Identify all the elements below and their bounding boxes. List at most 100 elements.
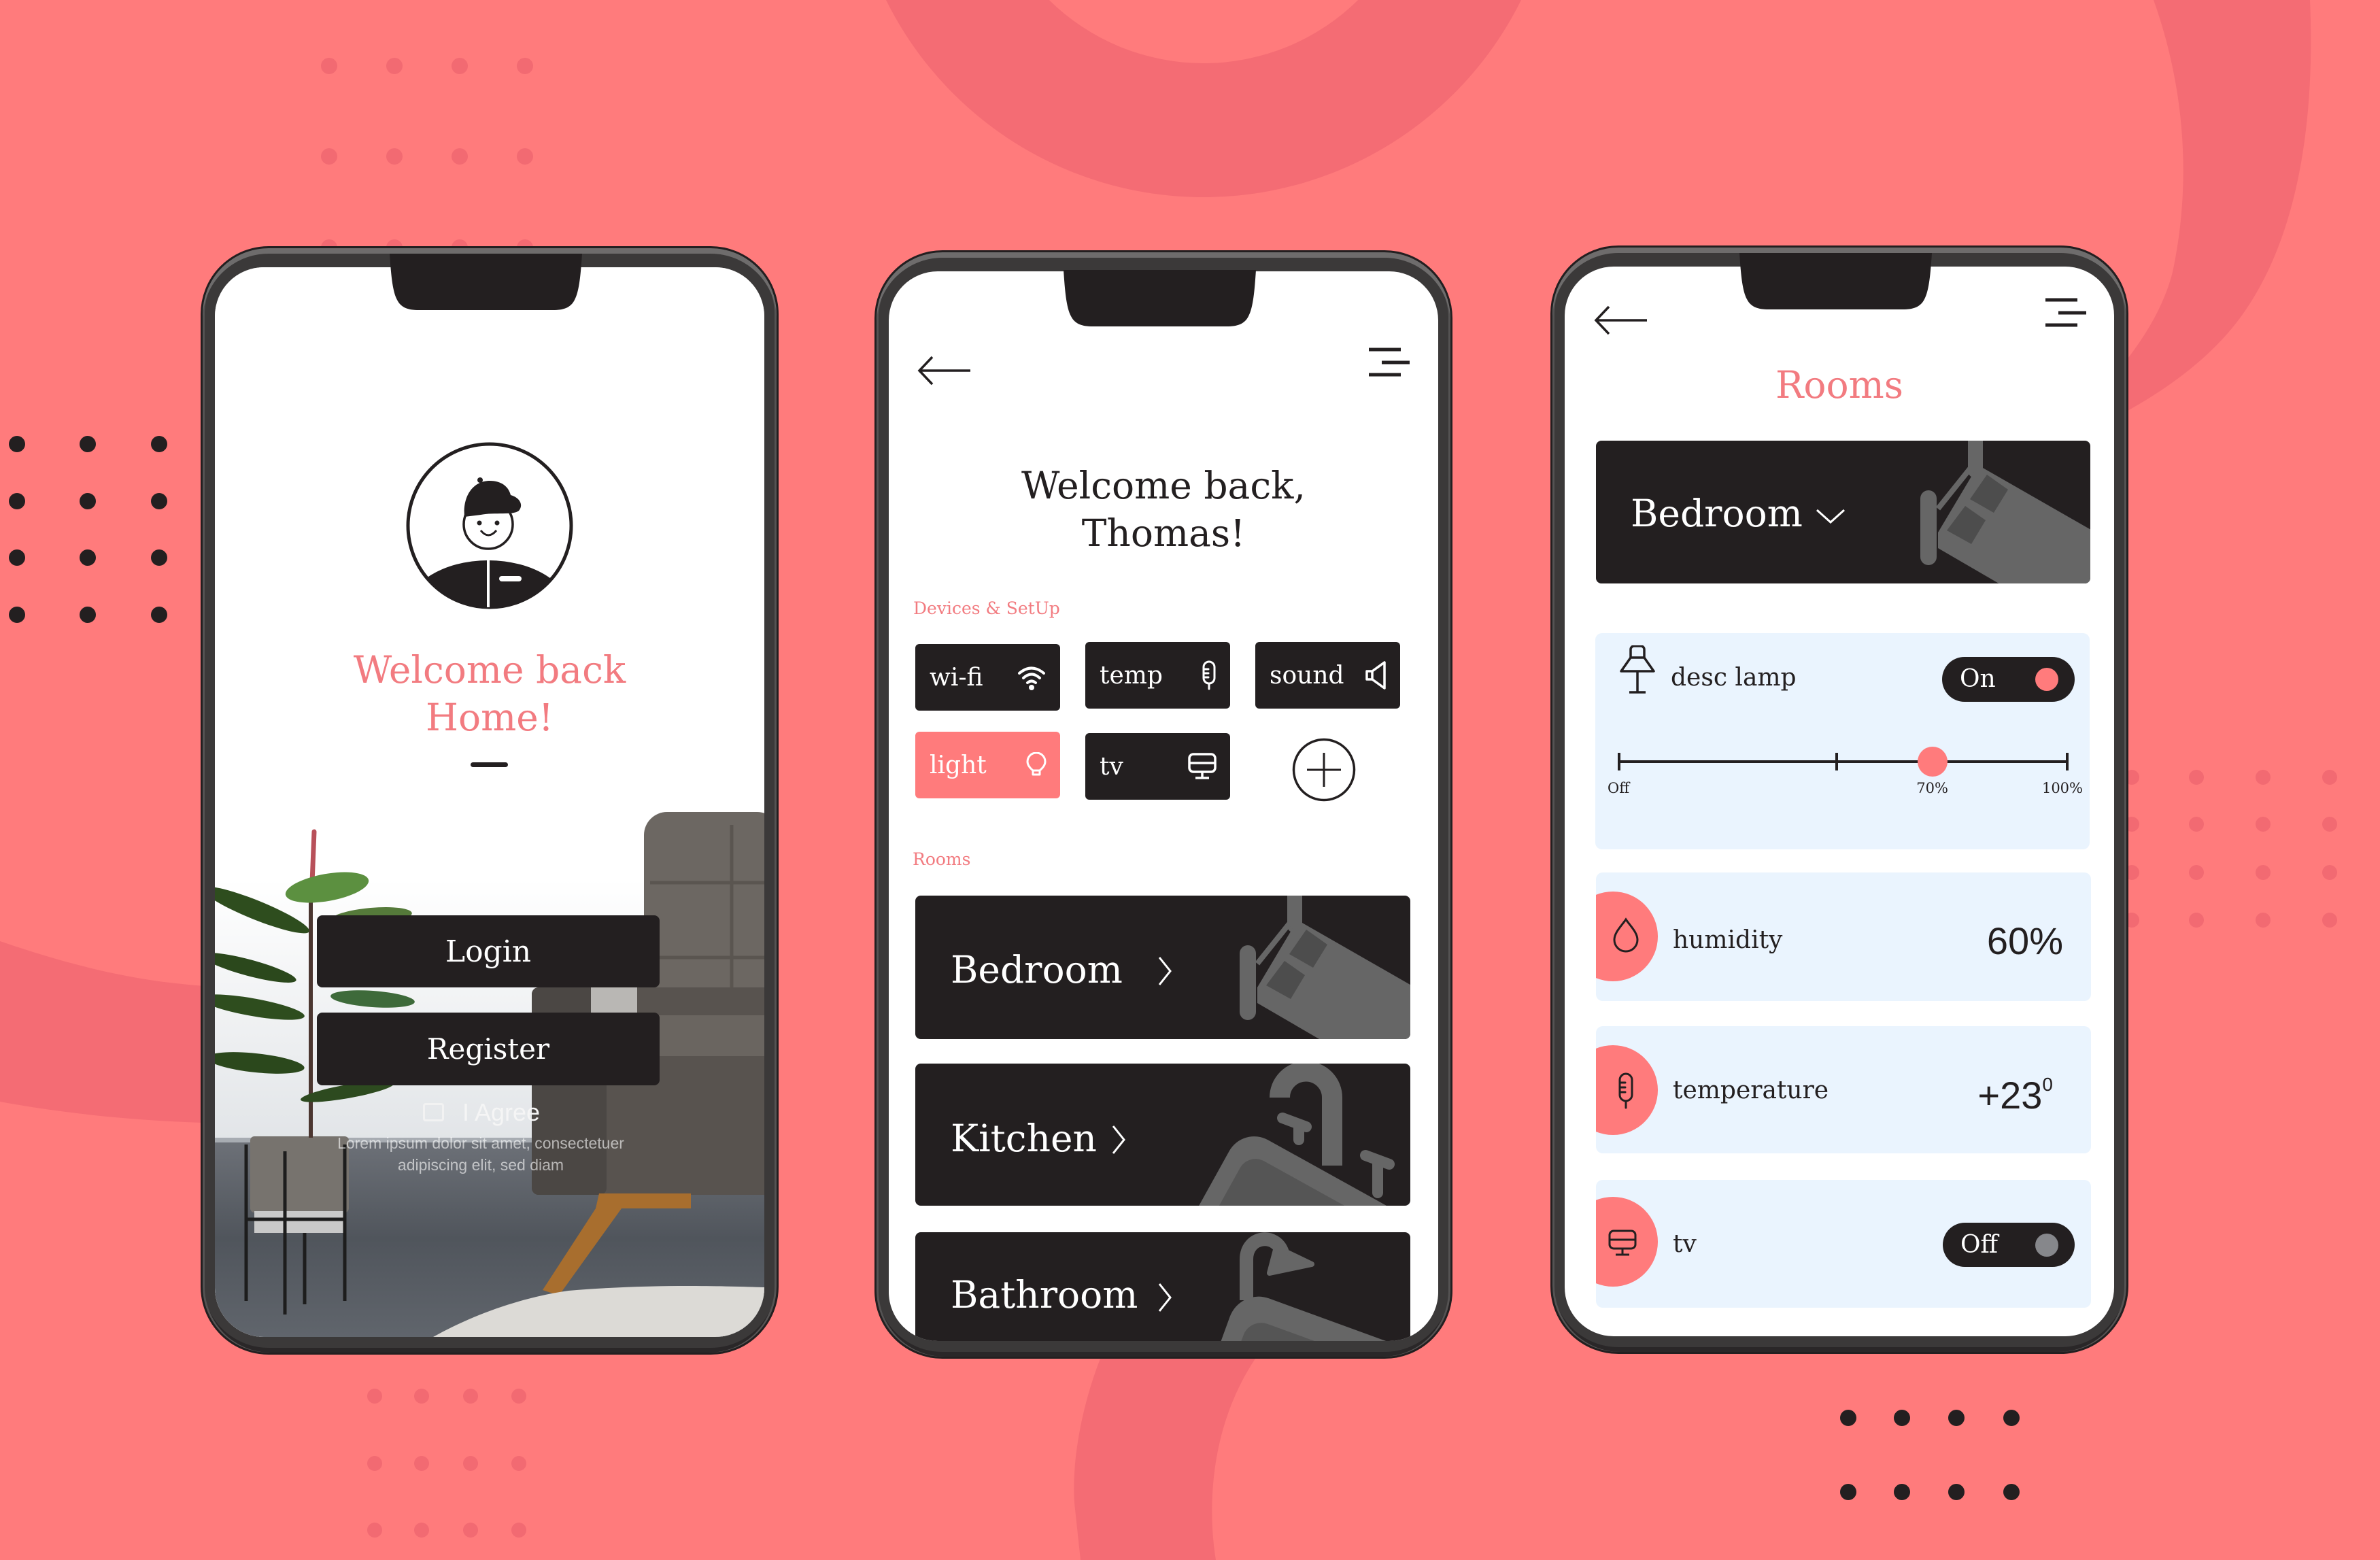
title-divider <box>471 762 508 767</box>
decor-dot <box>517 58 533 74</box>
agree-label[interactable]: I Agree <box>462 1100 540 1125</box>
agree-checkbox[interactable] <box>423 1103 444 1121</box>
decor-dot <box>2189 913 2204 928</box>
shower-head <box>1267 1244 1314 1276</box>
chevron-shape <box>1816 509 1846 524</box>
slider-tick-mid <box>1835 753 1838 770</box>
back-arrow-icon[interactable] <box>1594 305 1647 335</box>
decor-dot <box>367 1523 382 1538</box>
device-button-temp[interactable]: temp <box>1085 642 1230 709</box>
disclaimer-line1: Lorem ipsum dolor sit amet, consectetuer <box>337 1134 624 1152</box>
login-title: Welcome back Home! <box>215 646 764 741</box>
chevron-down-icon[interactable] <box>1816 509 1846 524</box>
decor-dot <box>151 549 167 566</box>
add-device-button[interactable] <box>1292 738 1356 802</box>
decor-dot <box>2189 865 2204 880</box>
brightness-slider-track[interactable] <box>1619 760 2067 763</box>
decor-dot <box>1894 1484 1910 1500</box>
greeting-line2: Thomas! <box>1081 511 1246 555</box>
decor-dot <box>9 549 25 566</box>
devices-section-label: Devices & SetUp <box>913 598 1060 618</box>
avatar-zipper <box>487 560 490 607</box>
lamp-power-toggle[interactable]: On <box>1942 657 2075 702</box>
decor-dot <box>80 493 96 509</box>
device-button-wifi[interactable]: wi-fi <box>915 644 1060 711</box>
chevron-shape <box>1158 957 1172 985</box>
phone-login-screen: Welcome back Home! Login Register I Agre… <box>201 246 779 1355</box>
decor-dot <box>2256 817 2271 832</box>
phone-home-screen: Welcome back, Thomas! Devices & SetUp wi… <box>874 250 1452 1359</box>
sofa-highlight <box>591 987 637 1015</box>
chevron-shape <box>1112 1125 1125 1154</box>
decor-dot <box>463 1389 478 1404</box>
notch-shape <box>390 254 582 310</box>
toggle-knob <box>2035 1234 2058 1257</box>
wifi-icon <box>1018 666 1045 690</box>
login-title-line2: Home! <box>426 696 554 739</box>
chevron-shape <box>1158 1283 1172 1312</box>
device-button-sound[interactable]: sound <box>1255 642 1400 709</box>
login-screen: Welcome back Home! Login Register I Agre… <box>215 267 764 1337</box>
register-button[interactable]: Register <box>317 1013 660 1085</box>
sensor-name: temperature <box>1673 1076 1829 1104</box>
decor-dot <box>463 1456 478 1471</box>
decor-dot <box>2003 1410 2020 1426</box>
device-name: tv <box>1673 1230 1697 1258</box>
menu-icon[interactable] <box>2045 298 2088 328</box>
menu-icon[interactable] <box>1369 347 1411 377</box>
decor-dot <box>452 58 468 74</box>
decor-dot <box>463 1523 478 1538</box>
phone-notch <box>390 254 582 310</box>
decor-dot <box>511 1389 526 1404</box>
back-arrow-shape <box>917 356 970 386</box>
greeting-line1: Welcome back, <box>1021 464 1306 507</box>
bathtub-outer <box>1193 1296 1410 1341</box>
room-card-kitchen[interactable]: Kitchen <box>915 1064 1410 1206</box>
decor-dot <box>9 493 25 509</box>
notch-shape <box>1064 270 1256 326</box>
decor-dot <box>2322 770 2337 785</box>
menu-lines <box>2045 298 2086 327</box>
sensor-card-temperature: temperature +230 <box>1596 1026 2091 1153</box>
decor-dot <box>511 1456 526 1471</box>
toggle-knob <box>2035 668 2058 691</box>
bulb-shape <box>1026 752 1047 776</box>
brightness-slider-handle[interactable] <box>1918 747 1948 777</box>
monitor-icon <box>1188 753 1217 779</box>
tv-power-toggle[interactable]: Off <box>1943 1223 2075 1267</box>
decor-dot <box>321 148 337 165</box>
slider-tick-min <box>1618 753 1620 770</box>
device-label: tv <box>1100 752 1123 781</box>
thermometer-icon <box>1618 1072 1633 1109</box>
speaker-shape <box>1365 661 1386 690</box>
user-avatar-icon[interactable] <box>406 442 573 609</box>
back-arrow-icon[interactable] <box>917 356 970 386</box>
decor-dot <box>151 493 167 509</box>
room-card-bathroom[interactable]: Bathroom <box>915 1232 1410 1341</box>
decor-dot <box>1840 1484 1856 1500</box>
login-title-line1: Welcome back <box>353 648 626 692</box>
room-card-bedroom[interactable]: Bedroom <box>915 896 1410 1039</box>
device-card-desc-lamp: desc lamp On Off 70% 100% <box>1595 633 2090 849</box>
plant-pot-band <box>254 1211 345 1233</box>
decor-dot <box>1948 1484 1965 1500</box>
sensor-value-number: +23 <box>1977 1074 2043 1117</box>
plus-icon <box>1307 753 1341 787</box>
slider-min-label: Off <box>1608 780 1630 796</box>
notch-shape <box>1739 253 1932 309</box>
selected-room-name: Bedroom <box>1631 492 1803 535</box>
decor-dot <box>80 549 96 566</box>
room-detail-screen: Rooms Bedroom desc lamp On Off 70% 100% … <box>1565 267 2114 1336</box>
sensor-value: 60% <box>1986 919 2063 962</box>
device-card-tv: tv Off <box>1596 1180 2091 1308</box>
register-button-label: Register <box>426 1032 550 1066</box>
device-button-light[interactable]: light <box>915 732 1060 798</box>
login-button[interactable]: Login <box>317 915 660 987</box>
decor-dot <box>9 436 25 452</box>
wifi-arcs <box>1018 666 1045 684</box>
monitor-icon <box>1608 1230 1637 1256</box>
room-name: Bathroom <box>951 1273 1138 1317</box>
room-dropdown[interactable]: Bedroom <box>1596 441 2090 583</box>
decor-dot <box>367 1456 382 1471</box>
device-button-tv[interactable]: tv <box>1085 733 1230 800</box>
